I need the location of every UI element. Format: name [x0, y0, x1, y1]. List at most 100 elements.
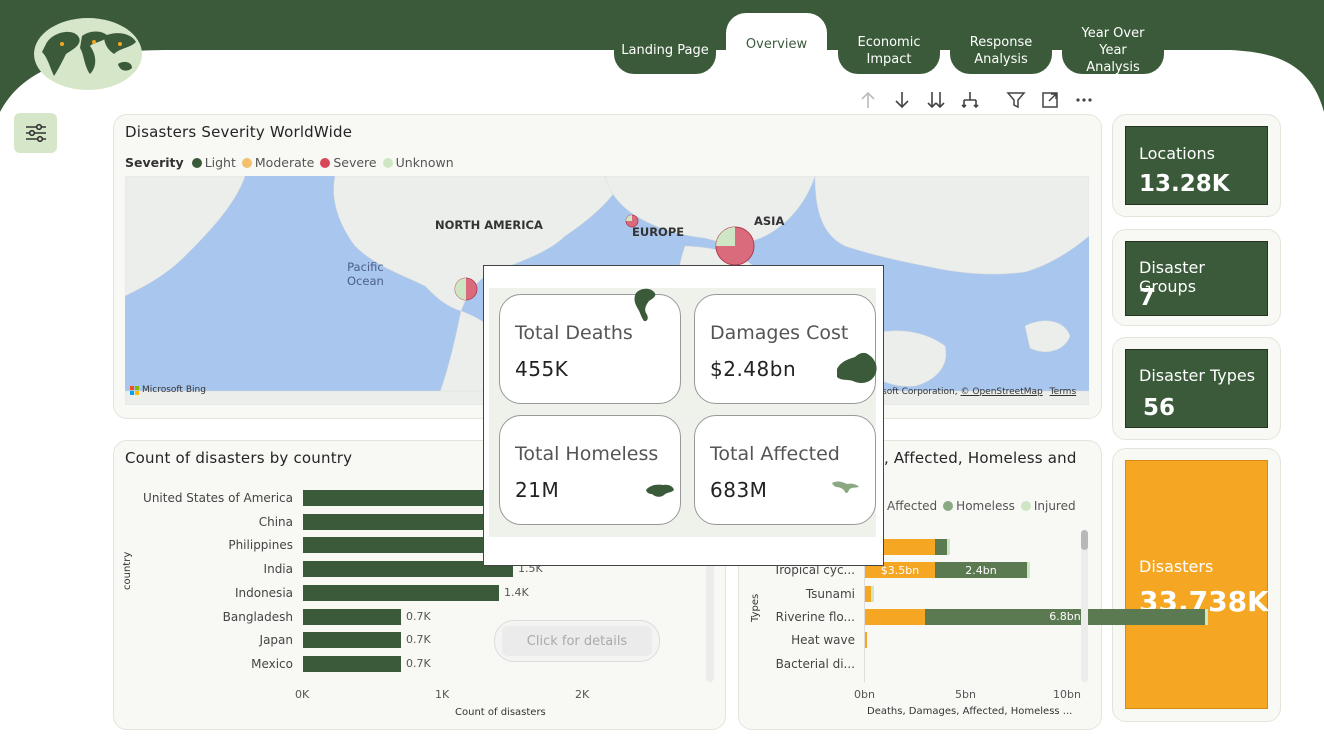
legend-item-light[interactable]: Light	[191, 155, 236, 170]
country-bar[interactable]	[303, 655, 401, 672]
stacked-bar-segment[interactable]	[1205, 608, 1208, 625]
stacked-bar-segment[interactable]	[1027, 562, 1030, 579]
kpi-disaster-groups: Disaster Groups 7	[1125, 241, 1268, 316]
country-label: Japan	[259, 633, 293, 648]
country-label: Mexico	[251, 656, 293, 671]
country-label: United States of America	[143, 491, 293, 505]
legend-item-severe[interactable]: Severe	[320, 155, 377, 170]
stat-value: 455K	[515, 357, 569, 381]
legend-item-homeless[interactable]: Homeless	[943, 499, 1015, 513]
stat-total-affected: Total Affected 683M	[694, 415, 876, 525]
stat-label: Total Affected	[710, 443, 840, 465]
pie-north-america[interactable]	[454, 277, 478, 301]
kpi-label: Disasters	[1139, 557, 1214, 576]
stat-value: 21M	[515, 478, 560, 502]
microsoft-logo-icon	[130, 385, 139, 395]
tab-year-over-year-analysis[interactable]: Year Over Year Analysis	[1062, 26, 1164, 75]
visual-toolbar	[856, 88, 1096, 112]
expand-hierarchy-icon[interactable]	[958, 88, 982, 112]
kpi-locations: Locations 13.28K	[1125, 126, 1268, 205]
type-label: Tsunami	[805, 586, 855, 601]
country-label: Philippines	[228, 538, 293, 553]
tab-landing-page[interactable]: Landing Page	[614, 27, 716, 74]
more-options-icon[interactable]	[1072, 88, 1096, 112]
country-bar[interactable]	[303, 632, 401, 649]
stat-label: Total Deaths	[515, 322, 633, 344]
map-label-asia: ASIA	[754, 214, 785, 228]
world-map-logo	[32, 14, 144, 92]
openstreetmap-link[interactable]: © OpenStreetMap	[961, 387, 1043, 397]
impact-legend: Affected Homeless Injured	[878, 499, 1076, 513]
bar-value-label: 1.4K	[504, 585, 529, 599]
kpi-disaster-types-card: Disaster Types 56	[1112, 337, 1281, 440]
kpi-disasters: Disasters 33.738K	[1125, 460, 1269, 709]
tooltip-panel: Total Deaths 455K Damages Cost $2.48bn T…	[489, 288, 877, 537]
kpi-tooltip: Total Deaths 455K Damages Cost $2.48bn T…	[483, 265, 884, 566]
x-tick: 2K	[575, 688, 590, 701]
stat-total-homeless: Total Homeless 21M	[499, 415, 681, 525]
type-label: Heat wave	[791, 633, 855, 648]
tab-overview[interactable]: Overview	[726, 13, 827, 75]
country-x-axis-title: Count of disasters	[455, 707, 546, 718]
impact-chart-scrollbar[interactable]	[1081, 530, 1088, 682]
kpi-disasters-card: Disasters 33.738K	[1112, 448, 1281, 722]
x-tick: 5bn	[955, 688, 976, 701]
pie-asia[interactable]	[715, 226, 755, 266]
stacked-bar-segment[interactable]	[935, 539, 947, 555]
arrow-down-icon[interactable]	[890, 88, 914, 112]
stat-value: $2.48bn	[710, 357, 797, 381]
x-tick: 0K	[295, 688, 310, 701]
click-for-details-button[interactable]: Click for details	[494, 620, 660, 662]
kpi-label: Locations	[1139, 144, 1216, 163]
bing-logo: Microsoft Bing	[130, 385, 206, 395]
asia-silhouette-icon	[646, 484, 674, 497]
stat-label: Damages Cost	[710, 322, 849, 344]
stacked-bar-segment[interactable]	[947, 539, 950, 555]
legend-item-affected[interactable]: Affected	[878, 499, 937, 513]
country-bar[interactable]	[303, 561, 513, 578]
filter-icon[interactable]	[1004, 88, 1028, 112]
stat-label: Total Homeless	[515, 443, 659, 465]
country-bar[interactable]	[303, 584, 499, 601]
map-label-europe: EUROPE	[632, 225, 685, 239]
terms-link[interactable]: Terms	[1050, 387, 1077, 397]
focus-mode-icon[interactable]	[1038, 88, 1062, 112]
legend-item-injured[interactable]: Injured	[1020, 499, 1076, 513]
stat-total-deaths: Total Deaths 455K	[499, 288, 681, 404]
stacked-bar-segment[interactable]	[865, 632, 867, 649]
country-label: Indonesia	[234, 585, 293, 600]
kpi-locations-card: Locations 13.28K	[1112, 114, 1281, 217]
country-label: India	[263, 562, 293, 577]
country-chart-title: Count of disasters by country	[125, 449, 353, 467]
map-label-north-america: NORTH AMERICA	[435, 218, 543, 232]
country-label: China	[258, 514, 293, 529]
australia-silhouette-icon	[837, 352, 877, 383]
stacked-bar-segment[interactable]	[871, 585, 874, 602]
tab-response-analysis[interactable]: Response Analysis	[950, 27, 1052, 74]
north-america-silhouette-icon	[634, 288, 656, 322]
type-label: Riverine flo...	[775, 609, 855, 624]
kpi-disaster-types: Disaster Types 56	[1125, 349, 1268, 428]
type-label: Bacterial di...	[775, 656, 855, 671]
tab-economic-impact[interactable]: Economic Impact	[838, 27, 940, 74]
arrow-up-icon[interactable]	[856, 88, 880, 112]
scrollbar-thumb[interactable]	[1081, 530, 1088, 550]
sliders-icon	[25, 123, 46, 143]
legend-item-unknown[interactable]: Unknown	[382, 155, 454, 170]
bar-value-label: 0.7K	[406, 633, 431, 647]
country-label: Bangladesh	[222, 609, 293, 624]
kpi-value: 13.28K	[1139, 171, 1230, 197]
stacked-bar-segment[interactable]: 2.4bn	[935, 562, 1027, 579]
bar-value-label: 0.7K	[406, 609, 431, 623]
stacked-bar-segment[interactable]	[865, 608, 925, 625]
kpi-disaster-groups-card: Disaster Groups 7	[1112, 229, 1281, 326]
x-tick: 10bn	[1053, 688, 1081, 701]
filter-pane-button[interactable]	[14, 113, 57, 153]
legend-item-moderate[interactable]: Moderate	[241, 155, 314, 170]
bar-value-label: 0.7K	[406, 656, 431, 670]
country-bar[interactable]	[303, 608, 401, 625]
stacked-bar-segment[interactable]: 6.8bn	[925, 608, 1205, 625]
double-arrow-down-icon[interactable]	[924, 88, 948, 112]
kpi-value: 56	[1143, 395, 1176, 421]
map-title: Disasters Severity WorldWide	[125, 123, 353, 141]
